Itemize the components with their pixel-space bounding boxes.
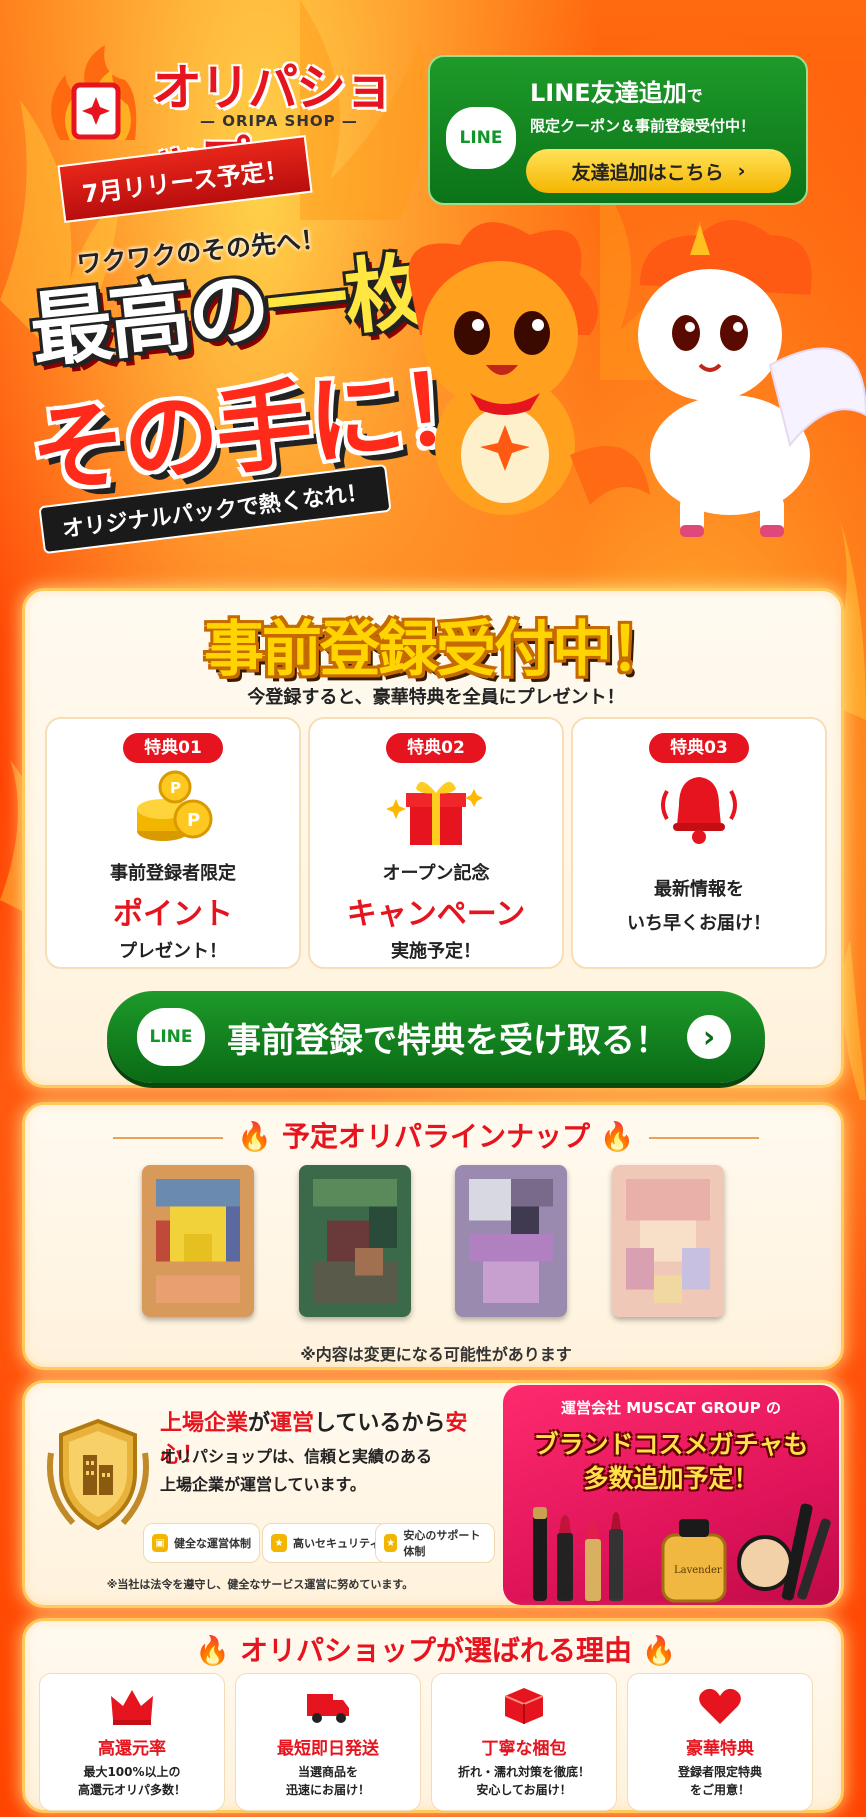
heart-icon: [699, 1688, 741, 1724]
benefit-card-points: 特典01 P P 事前登録者限定 ポイント プレゼント！: [45, 717, 301, 969]
reason-card-high-return: 高還元率 最大100%以上の 高還元オリパ多数！: [39, 1673, 225, 1811]
svg-text:Lavender: Lavender: [674, 1565, 722, 1576]
reasons-heading: 🔥 オリパショップが選ばれる理由 🔥: [195, 1634, 677, 1667]
lineup-card-1[interactable]: [142, 1165, 254, 1317]
reason-description: 折れ・濡れ対策を徹底！ 安心してお届け！: [457, 1765, 590, 1797]
lineup-card-3[interactable]: [455, 1165, 567, 1317]
line-box-subtitle: 限定クーポン＆事前登録受付中！: [530, 117, 756, 135]
chevron-right-icon: ›: [687, 1015, 731, 1059]
reasons-panel: 🔥 オリパショップが選ばれる理由 🔥 高還元率 最大100%以上の 高還元オリパ多…: [22, 1618, 844, 1813]
shield-check-icon: ★: [271, 1534, 287, 1552]
line-logo-icon: LINE: [137, 1008, 205, 1066]
reason-title: 高還元率: [98, 1739, 166, 1759]
prereg-title: 事前登録受付中！: [204, 615, 670, 685]
fire-icon: 🔥: [195, 1634, 231, 1667]
reason-card-bonus: 豪華特典 登録者限定特典 をご用意！: [627, 1673, 813, 1811]
reason-description: 当選商品を 迅速にお届け！: [285, 1765, 370, 1797]
svg-text:P: P: [170, 779, 181, 797]
benefit-badge: 特典02: [386, 733, 486, 763]
chevron-right-icon: ›: [737, 160, 746, 182]
benefit-highlight: ポイント: [113, 897, 233, 932]
lineup-note: ※内容は変更になる可能性があります: [300, 1345, 572, 1364]
prereg-subtitle: 今登録すると、豪華特典を全員にプレゼント！: [247, 687, 625, 708]
cosme-title-line1: ブランドコスメガチャも: [533, 1430, 809, 1459]
lineup-card-4[interactable]: [612, 1165, 724, 1317]
shield-check-icon: ★: [384, 1534, 398, 1552]
reason-card-fast-shipping: 最短即日発送 当選商品を 迅速にお届け！: [235, 1673, 421, 1811]
company-note: ※当社は法令を遵守し、健全なサービス運営に努めています。: [106, 1578, 414, 1591]
benefit-card-news: 特典03 最新情報を いち早くお届け！: [571, 717, 827, 969]
feature-security: ★ 高いセキュリティ: [262, 1523, 390, 1563]
box-icon: [504, 1688, 544, 1724]
lineup-heading: 🔥 予定オリパラインナップ 🔥: [25, 1115, 847, 1155]
mascot-illustration: [408, 220, 866, 537]
cosme-gacha-banner[interactable]: 運営会社 MUSCAT GROUP の ブランドコスメガチャも 多数追加予定！ …: [503, 1385, 839, 1605]
svg-text:P: P: [187, 810, 200, 831]
company-description: オリパショップは、信頼と実績のある 上場企業が運営しています。: [160, 1447, 433, 1494]
company-info: 上場企業が運営しているから安心！ オリパショップは、信頼と実績のある 上場企業が…: [25, 1383, 495, 1605]
benefit-highlight: キャンペーン: [346, 897, 526, 932]
feature-healthy-operation: ▣ 健全な運営体制: [143, 1523, 260, 1563]
preregistration-panel: 事前登録受付中！ 今登録すると、豪華特典を全員にプレゼント！ 特典01 P P …: [22, 588, 844, 1088]
benefit-badge: 特典01: [123, 733, 223, 763]
benefit-line1: 事前登録者限定: [110, 863, 236, 884]
fire-icon: 🔥: [237, 1120, 273, 1153]
brand-logo[interactable]: オリパショップ — ORIPA SHOP —: [40, 40, 420, 189]
fire-icon: 🔥: [641, 1634, 677, 1667]
reason-card-careful-packing: 丁寧な梱包 折れ・濡れ対策を徹底！ 安心してお届け！: [431, 1673, 617, 1811]
add-friend-button[interactable]: 友達追加はこちら ›: [526, 149, 791, 193]
truck-icon: [307, 1694, 349, 1723]
reason-title: 丁寧な梱包: [481, 1739, 567, 1759]
company-panel: 上場企業が運営しているから安心！ オリパショップは、信頼と実績のある 上場企業が…: [22, 1380, 844, 1608]
reason-description: 登録者限定特典 をご用意！: [677, 1765, 762, 1797]
lineup-panel: 🔥 予定オリパラインナップ 🔥 ※内容は変更になる可能性があります: [22, 1102, 844, 1370]
fire-icon: 🔥: [599, 1120, 635, 1153]
logo-subtitle: — ORIPA SHOP —: [200, 112, 358, 130]
benefit-card-campaign: 特典02 オープン記念 キャンペーン 実施予定！: [308, 717, 564, 969]
benefit-line1: オープン記念: [382, 863, 490, 884]
cta-label: 事前登録で特典を受け取る！: [227, 1020, 669, 1061]
crown-icon: [111, 1690, 153, 1725]
shield-building-icon: [47, 1418, 149, 1531]
cosme-heading: 運営会社 MUSCAT GROUP の: [560, 1399, 782, 1417]
dragon-mascot-icon: [408, 222, 650, 515]
reason-description: 最大100%以上の 高還元オリパ多数！: [77, 1765, 186, 1797]
lineup-card-2[interactable]: [299, 1165, 411, 1317]
benefit-line3: 実施予定！: [391, 941, 481, 962]
bell-icon: [661, 777, 737, 844]
benefit-badge: 特典03: [649, 733, 749, 763]
feature-support: ★ 安心のサポート体制: [375, 1523, 495, 1563]
line-logo-icon: LINE: [446, 107, 516, 169]
reason-title: 豪華特典: [686, 1739, 754, 1759]
line-box-title: LINE友達追加で: [530, 79, 703, 107]
flame-card-logo-icon: [51, 45, 137, 140]
cosme-title-line2: 多数追加予定！: [583, 1464, 759, 1493]
reason-title: 最短即日発送: [277, 1739, 379, 1759]
building-icon: ▣: [152, 1534, 168, 1552]
gift-icon: [386, 781, 483, 845]
cosmetics-icon: Lavender: [533, 1503, 831, 1603]
benefit-line1: 最新情報を: [654, 879, 744, 900]
line-preregister-button[interactable]: LINE 事前登録で特典を受け取る！ ›: [107, 991, 765, 1083]
benefit-line2: いち早くお届け！: [627, 913, 771, 934]
coins-icon: P P: [137, 770, 213, 841]
line-friend-add-box[interactable]: LINE LINE友達追加で 限定クーポン＆事前登録受付中！ 友達追加はこちら ›: [428, 55, 808, 205]
benefit-line3: プレゼント！: [119, 941, 227, 962]
unicorn-mascot-icon: [638, 220, 866, 537]
